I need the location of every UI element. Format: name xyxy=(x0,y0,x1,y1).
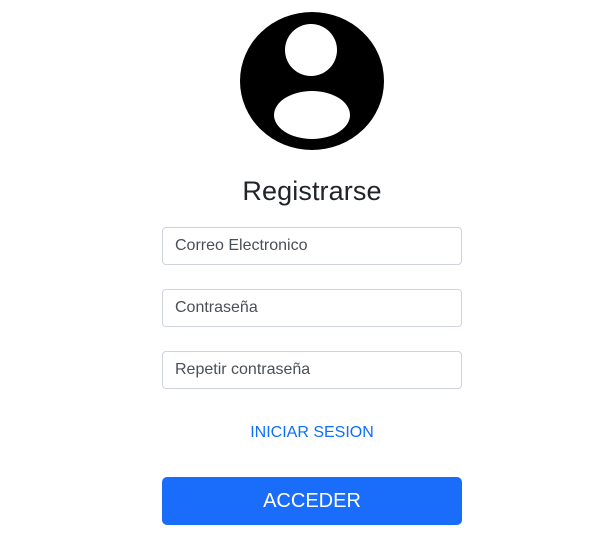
page-title: Registrarse xyxy=(242,176,382,206)
password-field[interactable] xyxy=(162,289,462,327)
login-link[interactable]: INICIAR SESION xyxy=(162,424,462,442)
person-circle-icon xyxy=(240,12,384,150)
submit-button[interactable]: ACCEDER xyxy=(162,477,462,525)
register-page: Registrarse INICIAR SESION ACCEDER xyxy=(0,0,597,549)
repeat-password-field[interactable] xyxy=(162,351,462,389)
email-field[interactable] xyxy=(162,227,462,265)
